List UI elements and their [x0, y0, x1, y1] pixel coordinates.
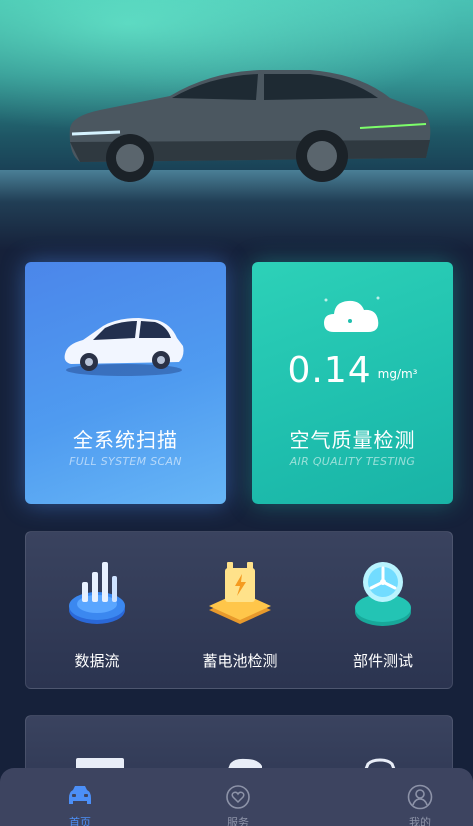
tab-home[interactable]: 首页 — [40, 768, 120, 826]
hero-banner — [0, 0, 473, 250]
scan-title: 全系统扫描 — [73, 428, 178, 452]
bottom-tab-bar: 首页 服务 我的 — [0, 768, 473, 826]
heart-icon — [226, 785, 250, 809]
car-icon — [64, 318, 184, 376]
tool-component-test[interactable]: 部件测试 — [312, 532, 454, 690]
battery-icon — [209, 562, 271, 624]
tab-mine-label: 我的 — [409, 816, 431, 826]
sedan-car-image — [69, 70, 431, 182]
user-icon — [407, 784, 433, 810]
tab-mine[interactable]: 我的 — [380, 768, 460, 826]
tab-home-label: 首页 — [69, 816, 91, 826]
air-unit: mg/m³ — [377, 367, 418, 381]
air-value-row: 0.14 mg/m³ — [252, 350, 453, 391]
air-quality-card[interactable]: 0.14 mg/m³ 空气质量检测 AIR QUALITY TESTING — [252, 262, 453, 504]
tool-label: 数据流 — [74, 652, 120, 670]
tool-data-stream[interactable]: 数据流 — [26, 532, 168, 690]
tool-label: 蓄电池检测 — [202, 652, 278, 670]
tools-panel: 数据流 蓄电池检测 部件测试 — [25, 531, 453, 689]
full-system-scan-card[interactable]: 全系统扫描 FULL SYSTEM SCAN — [25, 262, 226, 504]
air-title: 空气质量检测 — [289, 428, 416, 452]
tool-battery-test[interactable]: 蓄电池检测 — [169, 532, 311, 690]
tab-service[interactable]: 服务 — [198, 768, 278, 826]
home-car-icon — [69, 786, 91, 804]
fan-icon — [355, 562, 411, 626]
air-value: 0.14 — [287, 350, 372, 391]
bar-chart-icon — [69, 562, 125, 624]
tool-label: 部件测试 — [352, 652, 413, 670]
scan-subtitle: FULL SYSTEM SCAN — [69, 455, 182, 468]
air-subtitle: AIR QUALITY TESTING — [289, 455, 416, 468]
cloud-icon — [324, 296, 380, 332]
tab-service-label: 服务 — [227, 816, 249, 826]
